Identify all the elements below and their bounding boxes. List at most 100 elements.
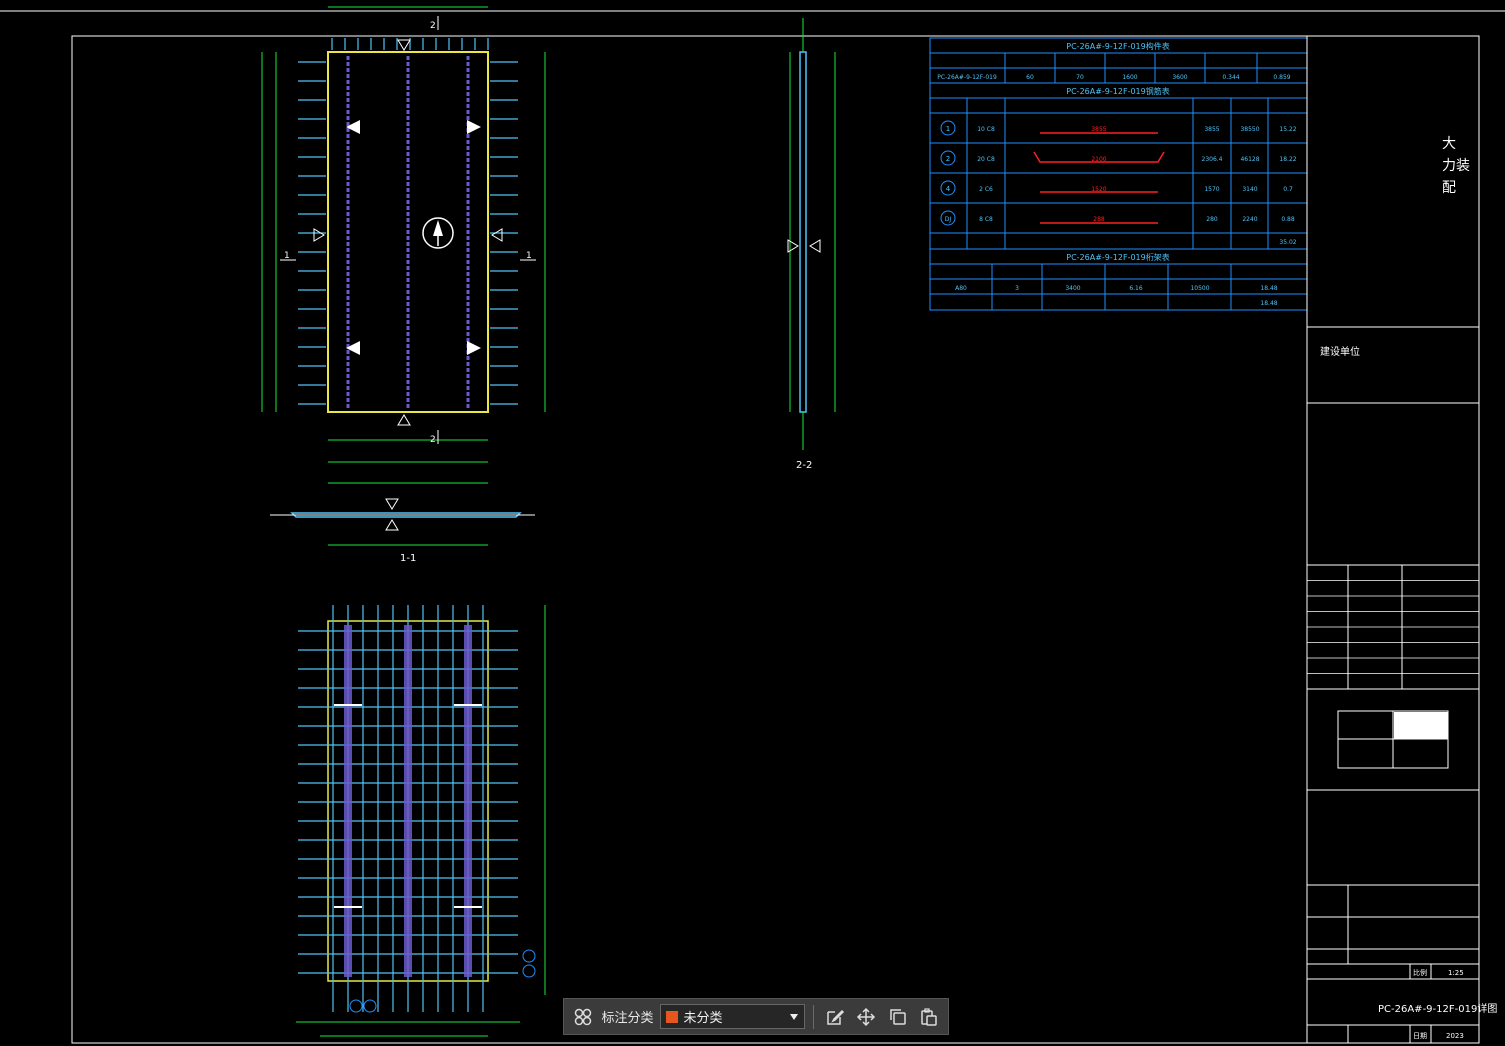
rebar-total: 2240 [1242, 216, 1257, 223]
copy-button[interactable] [885, 1004, 911, 1030]
section-1-1-view: 1-1 [270, 482, 535, 564]
rebar-plan-view [296, 605, 546, 1037]
chevron-down-icon [789, 1013, 798, 1020]
rebar-spec: 20 C8 [977, 156, 995, 163]
scale-value: 1:25 [1448, 969, 1464, 977]
grid-icon [574, 1008, 591, 1025]
lifting-point-icon [467, 120, 481, 134]
truss-cell: 3 [1015, 285, 1019, 292]
slab-side-section [799, 51, 807, 413]
truss-bar [464, 625, 472, 977]
truss-cell: 3400 [1065, 285, 1080, 292]
rebar-len: 280 [1206, 216, 1218, 223]
plan-view: 2 2 1 1 [261, 6, 546, 463]
key-plan-highlight [1394, 712, 1448, 739]
rebar-shape-label: 1520 [1091, 186, 1106, 193]
paste-button[interactable] [917, 1004, 943, 1030]
parts-cell: 1600 [1122, 74, 1137, 81]
rebar-callout-icon [522, 964, 536, 978]
rebar-weight: 18.22 [1279, 156, 1296, 163]
rebar-weight: 0.88 [1281, 216, 1295, 223]
parts-cell: 0.344 [1222, 74, 1239, 81]
parts-cell: 60 [1026, 74, 1034, 81]
section-marker-label: 2 [430, 435, 436, 445]
section-marker-icon [397, 414, 411, 426]
paste-icon [921, 1007, 937, 1026]
truss-total-weight: 18.48 [1260, 300, 1277, 307]
section-title: 1-1 [400, 553, 416, 564]
section-marker-icon [491, 228, 503, 242]
parts-cell: 0.859 [1273, 74, 1290, 81]
sheet-title: 配 [1442, 180, 1456, 196]
toolbar-separator [812, 1004, 814, 1029]
rebar-id: DJ [945, 216, 952, 223]
section-marker-icon [385, 519, 399, 531]
annotation-category-label: 标注分类 [601, 1011, 654, 1026]
section-marker-label: 1 [284, 251, 290, 261]
section-2-2-view: 2-2 [787, 18, 836, 471]
sheet-title: 大 [1442, 136, 1456, 152]
annotation-toolbar: 标注分类 未分类 [563, 998, 949, 1035]
year-value: 2023 [1446, 1032, 1464, 1040]
rebar-total-weight: 35.02 [1279, 239, 1296, 246]
rebar-spec: 8 C8 [979, 216, 993, 223]
move-button[interactable] [853, 1004, 879, 1030]
rebar-stubs-left [298, 61, 326, 405]
truss-cell: 6.16 [1129, 285, 1143, 292]
edit-icon [826, 1009, 844, 1025]
move-icon [857, 1007, 876, 1026]
scale-label: 比例 [1413, 968, 1427, 977]
rebar-shape-label: 3855 [1091, 126, 1106, 133]
approval-rows [1307, 580, 1479, 674]
edit-button[interactable] [822, 1004, 848, 1030]
category-selected-value: 未分类 [683, 1011, 723, 1026]
rebar-id: 4 [946, 185, 951, 193]
rebar-weight: 15.22 [1279, 126, 1296, 133]
rebar-stubs-right [490, 61, 518, 405]
category-color-swatch [665, 1010, 678, 1023]
truss-cell: 18.48 [1260, 285, 1277, 292]
section-marker-label: 1 [526, 251, 532, 261]
schedule-tables: PC-26A#-9-12F-019构件表 PC-26A#-9-12F-019 6… [929, 37, 1308, 311]
truss-bar [344, 625, 352, 977]
rebar-callout-icon [349, 999, 363, 1013]
rebar-id: 1 [946, 125, 950, 133]
rebar-callout-icon [522, 949, 536, 963]
truss-cell: A80 [955, 285, 967, 292]
drawing-name: PC-26A#-9-12F-019详图 [1378, 1002, 1497, 1015]
cad-drawing-canvas[interactable]: 2 2 1 1 1-1 2-2 PC-26A#-9-12F-019构件表 PC-… [0, 0, 1505, 1046]
category-select[interactable]: 未分类 [659, 1004, 805, 1029]
section-title: 2-2 [796, 460, 812, 471]
rebar-shape-label: 288 [1093, 216, 1105, 223]
rebar-total: 38550 [1240, 126, 1259, 133]
rebar-callout-icon [363, 999, 377, 1013]
section-marker-icon [809, 239, 821, 253]
rebar-len: 3855 [1204, 126, 1219, 133]
rebar-shape-label: 2100 [1091, 156, 1106, 163]
rebar-total: 46128 [1240, 156, 1259, 163]
rebar-spec: 2 C6 [979, 186, 993, 193]
rebar-len: 2306.4 [1202, 156, 1223, 163]
grid-menu-button[interactable] [570, 1004, 596, 1030]
date-label: 日期 [1413, 1032, 1427, 1040]
rebar-len: 1570 [1204, 186, 1219, 193]
construction-unit-label: 建设单位 [1320, 345, 1360, 358]
copy-icon [889, 1008, 906, 1025]
parts-cell: 3600 [1172, 74, 1187, 81]
truss-bar [404, 625, 412, 977]
rebar-total: 3140 [1242, 186, 1257, 193]
rebar-id: 2 [946, 155, 950, 163]
truss-table-title: PC-26A#-9-12F-019桁架表 [1066, 252, 1169, 262]
section-marker-icon [385, 498, 399, 510]
sheet-title: 力装 [1442, 158, 1470, 174]
section-marker-label: 2 [430, 21, 436, 31]
rebar-table-title: PC-26A#-9-12F-019钢筋表 [1066, 86, 1169, 96]
rebar-weight: 0.7 [1283, 186, 1293, 193]
lifting-point-icon [467, 341, 481, 355]
section-marker-icon [313, 228, 325, 242]
parts-cell: 70 [1076, 74, 1084, 81]
parts-cell: PC-26A#-9-12F-019 [937, 74, 997, 81]
section-marker-icon [397, 39, 411, 51]
truss-cell: 10500 [1190, 285, 1209, 292]
title-block: 大 力装 配 建设单位 PC-26A#-9-12F-019详图 比例 1:25 … [1306, 36, 1497, 1043]
